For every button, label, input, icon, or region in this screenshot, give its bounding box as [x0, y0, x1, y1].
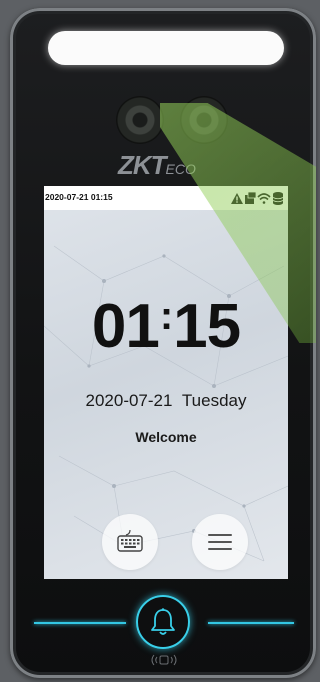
card-icon: [245, 191, 257, 204]
face-terminal-device: ZKTECO 2020-07-21 01:15 01:15 2020-07-21…: [10, 8, 316, 678]
doorbell-button[interactable]: [136, 595, 190, 649]
main-clock: 01:15: [44, 296, 288, 358]
menu-button[interactable]: [192, 514, 248, 570]
alert-triangle-icon: [231, 193, 243, 204]
brand-logo-main: ZKT: [118, 150, 167, 180]
status-icons: [230, 191, 286, 205]
status-bar: 2020-07-21 01:15: [44, 186, 288, 210]
bell-icon: [151, 608, 175, 635]
camera-right-icon: [180, 96, 228, 144]
background-network-pattern: [44, 245, 288, 562]
current-weekday: Tuesday: [181, 391, 247, 410]
clock-separator: :: [159, 294, 173, 338]
nfc-reader-icon: [146, 653, 182, 667]
database-icon: [272, 192, 284, 205]
date-line: 2020-07-21 Tuesday: [44, 391, 288, 411]
keyboard-icon: [117, 529, 143, 552]
keyboard-button[interactable]: [102, 514, 158, 570]
display-screen: 2020-07-21 01:15 01:15 2020-07-21 Tuesda…: [44, 186, 288, 579]
brand-logo-suffix: ECO: [165, 161, 196, 177]
clock-hours: 01: [91, 292, 160, 361]
fill-light-bar: [48, 31, 284, 65]
indicator-light-left: [34, 622, 126, 624]
wifi-icon: [257, 193, 271, 204]
indicator-light-right: [208, 622, 294, 624]
clock-minutes: 15: [173, 292, 241, 361]
menu-icon: [208, 534, 232, 550]
current-date: 2020-07-21: [85, 391, 173, 410]
camera-left-icon: [116, 96, 164, 144]
status-datetime: 2020-07-21 01:15: [45, 192, 113, 202]
brand-logo: ZKTECO: [118, 150, 228, 180]
welcome-message: Welcome: [135, 429, 197, 445]
